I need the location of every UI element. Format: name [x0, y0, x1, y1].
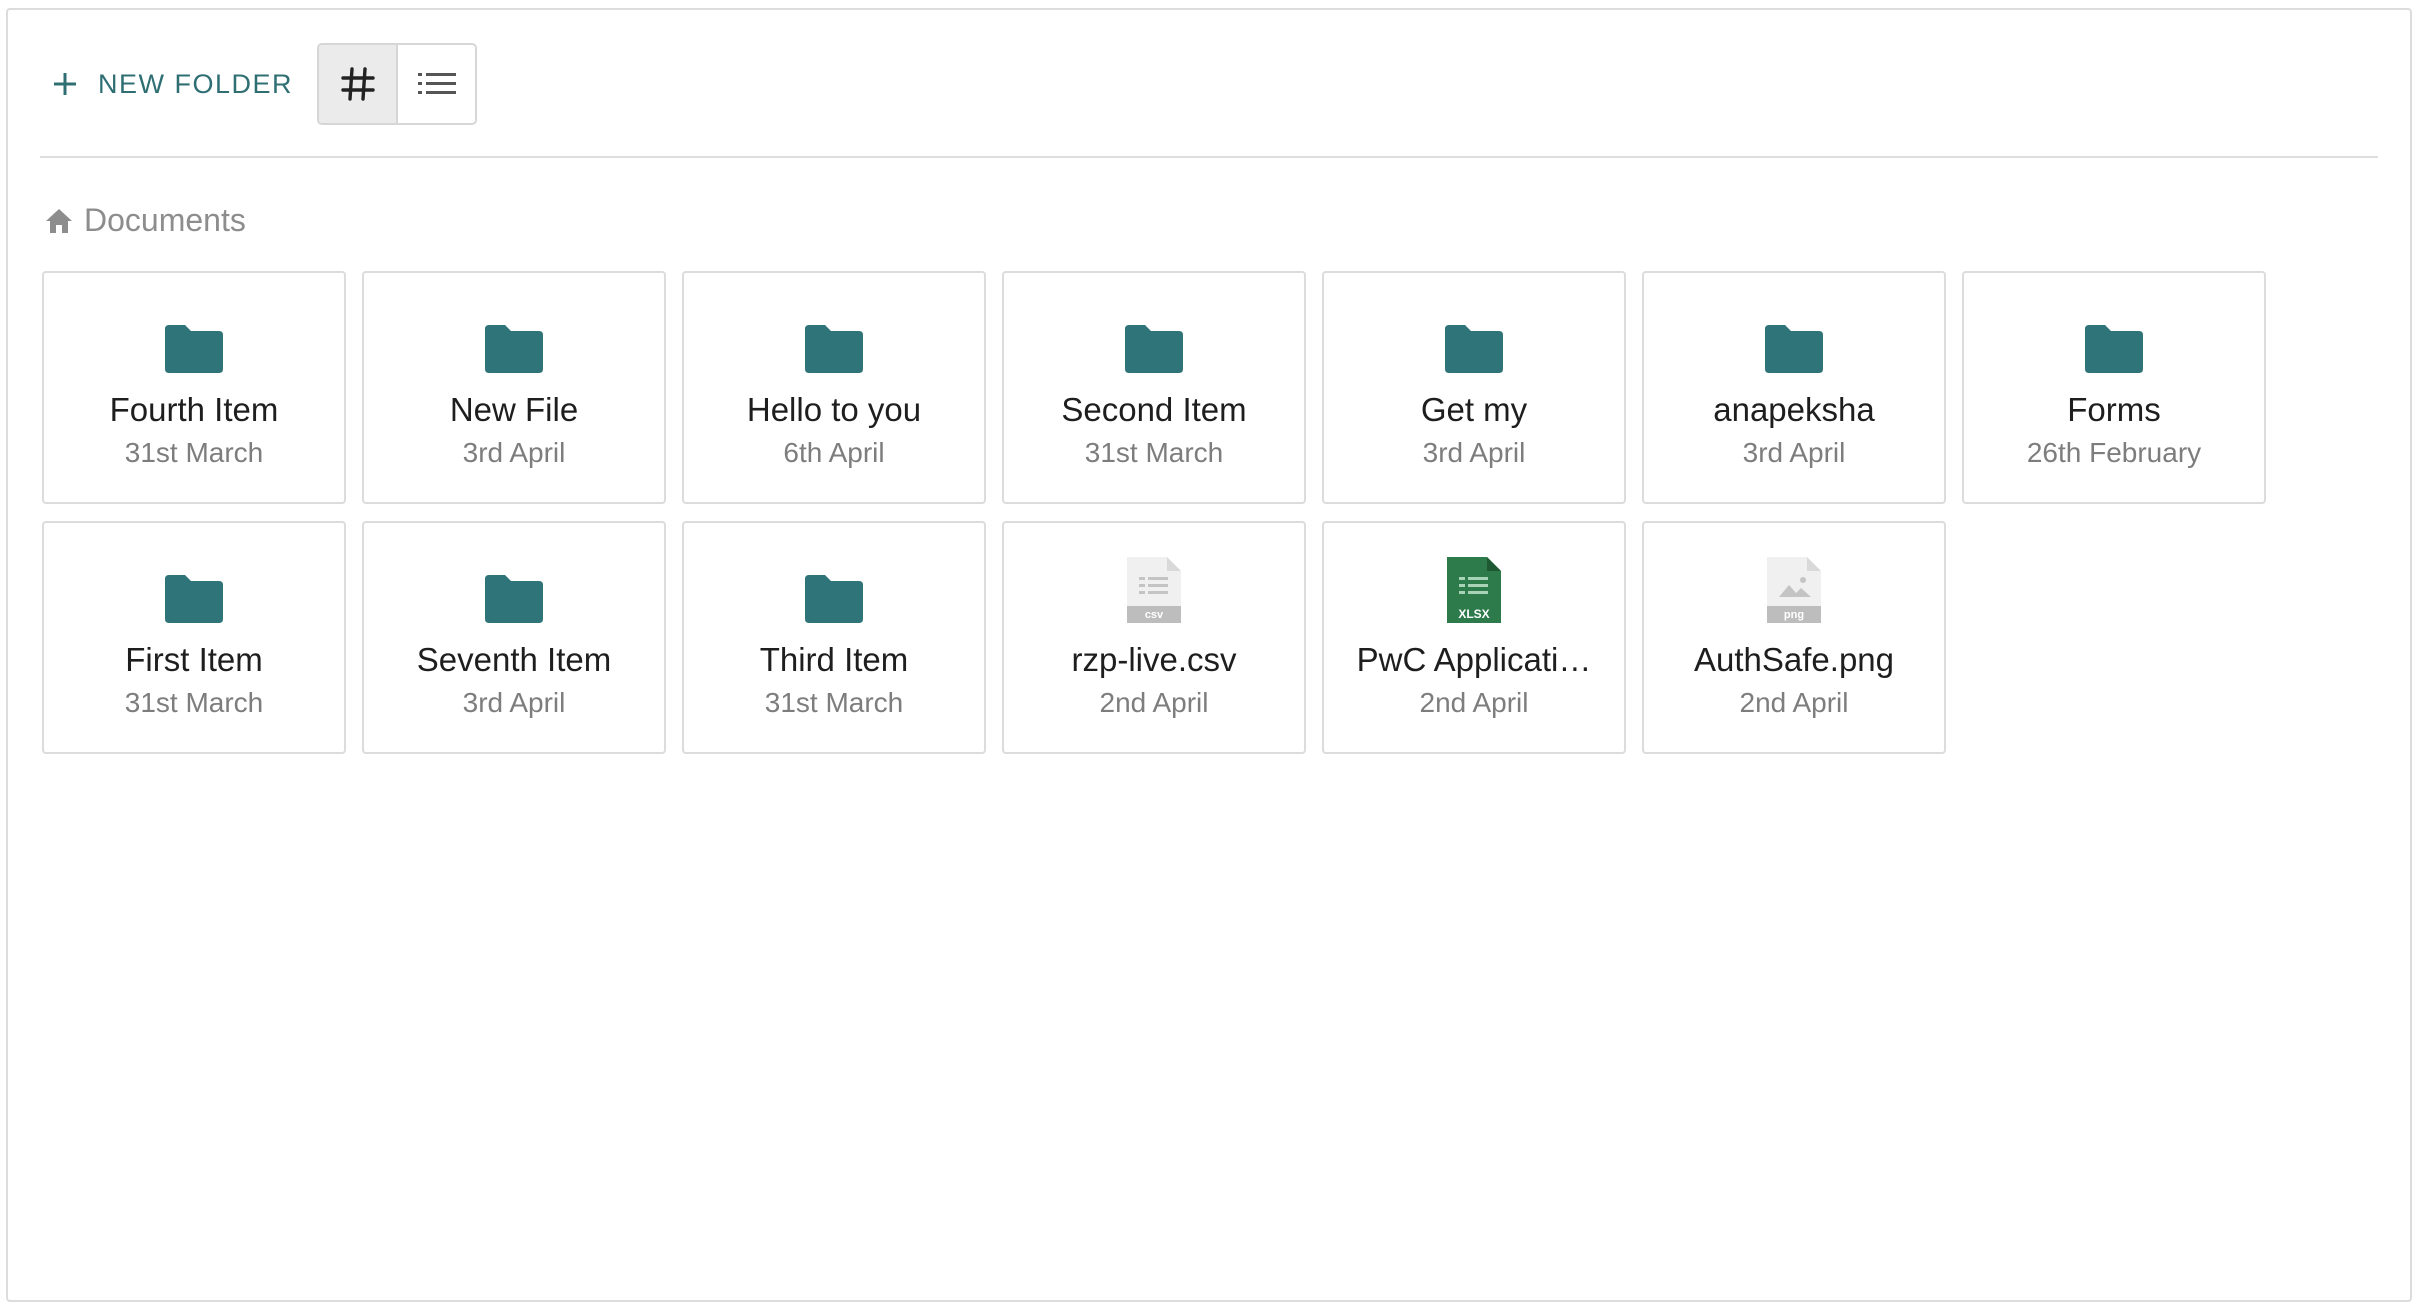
item-date: 2nd April — [1099, 687, 1209, 718]
new-folder-label: New folder — [98, 68, 294, 99]
toolbar-divider — [40, 156, 2378, 158]
folder-icon — [482, 561, 546, 625]
item-date: 26th February — [2026, 437, 2202, 468]
folder-icon — [1122, 311, 1186, 375]
item-name: Fourth Item — [109, 391, 279, 428]
item-name: First Item — [125, 641, 263, 678]
folder-card[interactable]: Forms 26th February — [1962, 271, 2266, 504]
item-name: PwC Applicati… — [1356, 641, 1592, 678]
item-name: New File — [449, 391, 579, 428]
item-name: anapeksha — [1713, 391, 1875, 428]
file-type-badge: png — [1784, 609, 1804, 621]
new-folder-button[interactable]: New folder — [38, 54, 311, 114]
png-file-icon: png — [1762, 557, 1826, 625]
xlsx-file-icon: XLSX — [1442, 557, 1506, 625]
breadcrumb[interactable]: Documents — [44, 202, 246, 239]
folder-card[interactable]: Hello to you 6th April — [682, 271, 986, 504]
item-name: Forms — [2067, 391, 2161, 428]
item-date: 31st March — [764, 687, 904, 718]
folder-card[interactable]: Get my 3rd April — [1322, 271, 1626, 504]
toolbar: New folder — [38, 43, 478, 125]
csv-file-icon: csv — [1122, 557, 1186, 625]
item-date: 31st March — [1084, 437, 1224, 468]
item-name: rzp-live.csv — [1071, 641, 1237, 678]
folder-card[interactable]: Third Item 31st March — [682, 521, 986, 754]
item-name: Get my — [1420, 391, 1528, 428]
item-date: 2nd April — [1419, 687, 1529, 718]
folder-card[interactable]: anapeksha 3rd April — [1642, 271, 1946, 504]
folder-card[interactable]: First Item 31st March — [42, 521, 346, 754]
folder-icon — [802, 561, 866, 625]
folder-icon — [2082, 311, 2146, 375]
item-name: Hello to you — [746, 391, 922, 428]
folder-icon — [482, 311, 546, 375]
folder-icon — [1762, 311, 1826, 375]
file-card[interactable]: png AuthSafe.png 2nd April — [1642, 521, 1946, 754]
folder-icon — [162, 311, 226, 375]
item-date: 3rd April — [1422, 437, 1526, 468]
item-date: 31st March — [124, 687, 264, 718]
folder-card[interactable]: Seventh Item 3rd April — [362, 521, 666, 754]
item-name: AuthSafe.png — [1694, 641, 1894, 678]
grid-view-button[interactable] — [319, 45, 397, 123]
item-name: Second Item — [1061, 391, 1247, 428]
folder-icon — [162, 561, 226, 625]
item-name: Third Item — [759, 641, 909, 678]
item-date: 3rd April — [462, 437, 566, 468]
home-icon — [46, 208, 72, 233]
file-card[interactable]: csv rzp-live.csv 2nd April — [1002, 521, 1306, 754]
item-date: 31st March — [124, 437, 264, 468]
item-name: Seventh Item — [416, 641, 612, 678]
item-date: 6th April — [783, 437, 885, 468]
list-view-icon — [417, 73, 456, 94]
item-date: 2nd April — [1739, 687, 1849, 718]
list-view-button[interactable] — [396, 45, 476, 123]
item-date: 3rd April — [462, 687, 566, 718]
items-grid: Fourth Item 31st March New File 3rd April He… — [42, 271, 2282, 754]
view-toggle — [317, 43, 478, 125]
plus-icon — [54, 73, 76, 95]
file-type-badge: XLSX — [1458, 607, 1489, 621]
folder-card[interactable]: Second Item 31st March — [1002, 271, 1306, 504]
file-type-badge: csv — [1145, 609, 1164, 621]
item-date: 3rd April — [1742, 437, 1846, 468]
file-browser-panel: New folder D — [6, 8, 2412, 1302]
folder-icon — [802, 311, 866, 375]
folder-card[interactable]: Fourth Item 31st March — [42, 271, 346, 504]
grid-view-icon — [340, 67, 375, 101]
breadcrumb-label: Documents — [84, 202, 246, 238]
folder-icon — [1442, 311, 1506, 375]
file-card[interactable]: XLSX PwC Applicati… 2nd April — [1322, 521, 1626, 754]
folder-card[interactable]: New File 3rd April — [362, 271, 666, 504]
